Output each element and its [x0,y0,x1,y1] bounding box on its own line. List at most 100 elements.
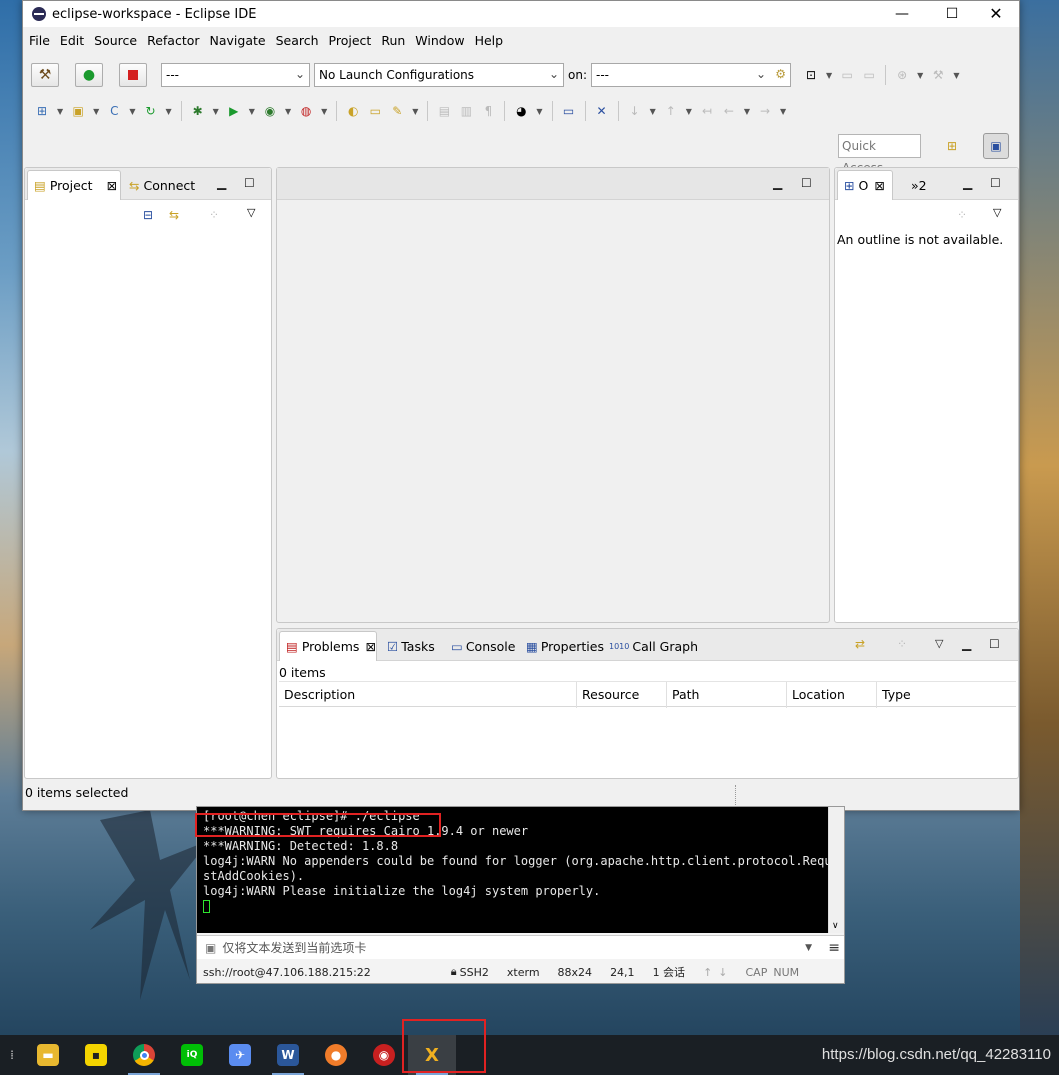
terminal-scrollbar[interactable]: ∨ [828,807,844,933]
dropdown-icon[interactable]: ▼ [917,71,923,80]
menu-refactor[interactable]: Refactor [147,33,199,48]
menu-help[interactable]: Help [475,33,504,48]
tab-tasks[interactable]: ☑ Tasks [381,631,441,661]
toggle-mark-icon[interactable]: ▤ [436,103,452,119]
column-description[interactable]: Description [279,682,577,708]
save-icon[interactable]: ▭ [839,67,855,83]
close-icon[interactable]: ⊠ [874,178,884,193]
maximize-button[interactable]: ☐ [929,1,975,27]
dropdown-icon[interactable]: ▼ [165,107,171,116]
dropdown-icon[interactable]: ▼ [686,107,692,116]
view-menu-icon[interactable]: ▽ [993,206,1001,219]
build-all-icon[interactable]: ⚒ [930,67,946,83]
next-annotation-icon[interactable]: ↓ [627,103,643,119]
menu-search[interactable]: Search [276,33,319,48]
last-edit-icon[interactable]: ↤ [699,103,715,119]
menu-icon[interactable]: ≡ [828,940,840,956]
filter-icon[interactable]: ⁘ [209,208,219,222]
taskbar-word[interactable]: W [264,1035,312,1075]
back-icon[interactable]: ← [721,103,737,119]
pencil-icon[interactable]: ✎ [389,103,405,119]
view-menu-icon[interactable]: ▽ [247,206,255,219]
tab-problems[interactable]: ▤ Problems ⊠ [279,631,377,661]
launch-mode-combo[interactable]: --- ⌄ [161,63,310,87]
taskbar-xftp[interactable]: ◉ [360,1035,408,1075]
filter-icon[interactable]: ⁘ [957,208,967,222]
dropdown-icon[interactable]: ▼ [213,107,219,116]
dropdown-icon[interactable]: ▼ [93,107,99,116]
menu-edit[interactable]: Edit [60,33,84,48]
pin-icon[interactable]: ✕ [594,103,610,119]
debug-icon[interactable]: ⊛ [894,67,910,83]
minimize-icon[interactable]: ▁ [963,176,972,190]
external-tools-icon[interactable]: ◍ [298,103,314,119]
maximize-icon[interactable]: ☐ [989,637,1000,651]
new-project-icon[interactable]: ⊞ [34,103,50,119]
save-all-icon[interactable]: ▭ [861,67,877,83]
coverage-icon[interactable]: ◉ [262,103,278,119]
launch-button[interactable]: ● [75,63,103,87]
view-menu-icon[interactable]: ▽ [935,637,943,650]
column-location[interactable]: Location [787,682,877,708]
run-icon[interactable]: ▶ [226,103,242,119]
dropdown-icon[interactable]: ▼ [744,107,750,116]
quick-access-input[interactable]: Quick Access [838,134,921,175]
menu-navigate[interactable]: Navigate [210,33,266,48]
bug-icon[interactable]: ✱ [190,103,206,119]
open-perspective-icon[interactable]: ⊞ [941,135,963,157]
new-class-icon[interactable]: C [106,103,122,119]
chevron-down-icon[interactable]: ∨ [832,921,839,931]
avatar-icon[interactable]: ◕ [513,103,529,119]
block-select-icon[interactable]: ▥ [458,103,474,119]
launch-target-combo[interactable]: --- ⌄ ⚙ [591,63,791,87]
close-icon[interactable]: ⊠ [365,639,375,654]
perspective-c-icon[interactable]: ▣ [983,133,1009,159]
monitor-icon[interactable]: ▭ [561,103,577,119]
tab-call-graph[interactable]: 1010 Call Graph [603,631,704,661]
tab-properties[interactable]: ▦ Properties [520,631,610,661]
prev-annotation-icon[interactable]: ↑ [663,103,679,119]
link-editor-icon[interactable]: ⇆ [169,208,179,222]
up-icon[interactable]: ↑ [703,966,712,979]
dropdown-icon[interactable]: ▼ [321,107,327,116]
tab-connect[interactable]: ⇆ Connect [123,170,201,200]
close-icon[interactable]: ⊠ [107,178,117,193]
tab-outline[interactable]: ⊞ O ⊠ [837,170,893,200]
column-type[interactable]: Type [877,682,1015,708]
minimize-icon[interactable]: ▁ [217,176,226,190]
maximize-icon[interactable]: ☐ [990,176,1001,190]
close-button[interactable]: ✕ [973,1,1019,27]
minimize-icon[interactable]: ▁ [773,176,782,190]
menu-file[interactable]: File [29,33,50,48]
dropdown-icon[interactable]: ▼ [536,107,542,116]
dropdown-icon[interactable]: ▼ [826,71,832,80]
maximize-icon[interactable]: ☐ [244,176,255,190]
dropdown-icon[interactable]: ▼ [129,107,135,116]
taskbar-sticky-notes[interactable]: ▪ [72,1035,120,1075]
column-resource[interactable]: Resource [577,682,667,708]
overflow-tabs[interactable]: »2 [905,170,933,200]
stop-button[interactable] [119,63,147,87]
tab-project[interactable]: ▤ Project ⊠ [27,170,121,200]
taskbar-explorer[interactable]: ▬ [24,1035,72,1075]
dropdown-icon[interactable]: ▼ [412,107,418,116]
link-icon[interactable]: ⇄ [855,637,865,651]
dropdown-icon[interactable]: ▼ [953,71,959,80]
dropdown-icon[interactable]: ▼ [805,943,812,953]
open-type-icon[interactable]: ◐ [345,103,361,119]
collapse-all-icon[interactable]: ⊟ [143,208,153,222]
compose-input[interactable]: 仅将文本发送到当前选项卡 [222,939,366,956]
open-folder-icon[interactable]: ▭ [367,103,383,119]
tab-console[interactable]: ▭ Console [445,631,521,661]
taskbar-iqiyi[interactable]: iQ [168,1035,216,1075]
forward-icon[interactable]: → [757,103,773,119]
dropdown-icon[interactable]: ▼ [650,107,656,116]
menu-project[interactable]: Project [329,33,372,48]
minimize-icon[interactable]: ▁ [962,637,971,651]
column-path[interactable]: Path [667,682,787,708]
dropdown-icon[interactable]: ▼ [780,107,786,116]
taskbar-chrome[interactable] [120,1035,168,1075]
down-icon[interactable]: ↓ [718,966,727,979]
dropdown-icon[interactable]: ▼ [249,107,255,116]
build-button[interactable]: ⚒ [31,63,59,87]
